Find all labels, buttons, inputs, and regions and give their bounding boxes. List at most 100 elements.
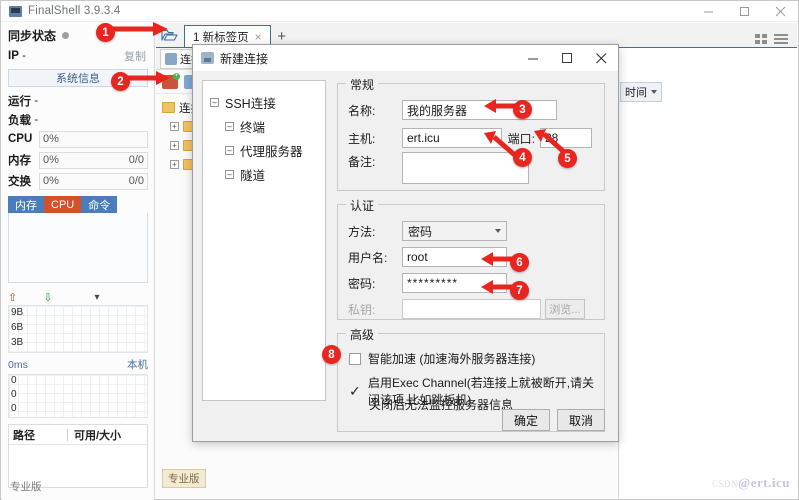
tree-node-ssh[interactable]: – SSH连接 [203, 90, 325, 114]
pro-version-badge: 专业版 [162, 469, 206, 488]
maximize-button[interactable] [726, 1, 762, 22]
name-label: 名称: [348, 102, 402, 119]
cpu-meter: 0% [39, 131, 148, 148]
close-button[interactable] [762, 1, 798, 22]
privatekey-input[interactable] [402, 299, 541, 319]
dialog-window-controls [516, 45, 618, 71]
ping-header-row: 0ms 本机 [8, 357, 148, 372]
collapse-icon-tunnel[interactable]: – [225, 170, 234, 179]
watermark-text: @ert.icu [738, 475, 790, 490]
swap-meter: 0% 0/0 [39, 173, 148, 190]
smart-accel-row[interactable]: 智能加速 (加速海外服务器连接) [349, 350, 535, 367]
ok-button[interactable]: 确定 [502, 409, 550, 431]
runtime-value: - [34, 95, 38, 107]
host-label: 主机: [348, 130, 402, 147]
sidebar-pro-label: 专业版 [10, 479, 42, 494]
copy-link[interactable]: 复制 [124, 48, 146, 64]
watermark-prefix: CSDN [712, 479, 738, 489]
expand-icon[interactable]: + [170, 122, 179, 131]
disk-table-header: 路径 可用/大小 [9, 425, 147, 445]
grid-layout-icon[interactable] [755, 34, 767, 44]
method-row: 方法: 密码 [348, 221, 507, 241]
tree-node-terminal[interactable]: – 终端 [203, 114, 325, 138]
collapse-icon-proxy[interactable]: – [225, 146, 234, 155]
memory-label: 内存 [8, 152, 39, 168]
privatekey-row: 私钥: 浏览... [348, 299, 585, 319]
net-axis-3b: 3B [11, 337, 23, 348]
dialog-maximize-button[interactable] [550, 45, 584, 71]
chevron-down-icon-method [495, 229, 501, 233]
sync-status-label: 同步状态 [8, 27, 56, 44]
dialog-button-row: 确定 取消 [502, 409, 605, 431]
left-sidebar: 同步状态 IP - 复制 系统信息 运行 - 负载 - CPU 0% 内存 [2, 23, 155, 500]
expand-icon-2[interactable]: + [170, 141, 179, 150]
status-dot-icon [62, 32, 69, 39]
method-select[interactable]: 密码 [402, 221, 507, 241]
load-label: 负载 [8, 112, 31, 128]
toolbar-right-icons [755, 34, 797, 47]
general-legend: 常规 [346, 76, 378, 93]
finalshell-logo-icon [9, 6, 22, 17]
runtime-label: 运行 [8, 93, 31, 109]
method-value: 密码 [408, 223, 432, 240]
tree-node-tunnel-label: 隧道 [240, 165, 265, 184]
tab-close-icon[interactable]: × [255, 30, 262, 44]
cpu-meter-row: CPU 0% [8, 129, 148, 149]
ping-axis-0c: 0 [11, 403, 17, 414]
app-title: FinalShell 3.9.3.4 [28, 5, 120, 17]
swap-right: 0/0 [129, 175, 144, 187]
chevron-down-icon-time [651, 90, 657, 94]
collapse-icon-ssh[interactable]: – [210, 98, 219, 107]
network-arrows-row: ⇧ ⇩ ▾ [8, 289, 148, 305]
ip-label-value: IP - [8, 50, 26, 62]
disk-col-size: 可用/大小 [74, 427, 121, 443]
window-controls [690, 1, 798, 22]
auth-group: 认证 方法: 密码 用户名: root 密码: ********* [337, 204, 605, 320]
minimize-button[interactable] [690, 1, 726, 22]
download-arrow-icon: ⇩ [43, 291, 52, 304]
dialog-settings-tree: – SSH连接 – 终端 – 代理服务器 – 隧道 [202, 80, 326, 401]
auth-legend: 认证 [346, 197, 378, 214]
tree-node-tunnel[interactable]: – 隧道 [203, 162, 325, 186]
exec-channel-note: 关闭后无法监控服务器信息 [369, 396, 513, 413]
folder-icon [162, 102, 175, 113]
browse-button[interactable]: 浏览... [545, 299, 585, 319]
menu-icon[interactable] [774, 34, 788, 44]
tree-node-ssh-label: SSH连接 [225, 93, 276, 112]
connection-icon [165, 53, 177, 65]
dialog-title: 新建连接 [220, 50, 268, 67]
runtime-row: 运行 - [8, 91, 148, 110]
tab-memory[interactable]: 内存 [8, 196, 44, 213]
dialog-icon [201, 52, 214, 64]
time-combo[interactable]: 时间 [620, 82, 662, 102]
title-bar: FinalShell 3.9.3.4 [1, 1, 798, 22]
tree-node-proxy[interactable]: – 代理服务器 [203, 138, 325, 162]
process-list-panel [8, 213, 148, 283]
note-label: 备注: [348, 152, 402, 172]
tab-command[interactable]: 命令 [81, 196, 117, 213]
swap-meter-row: 交换 0% 0/0 [8, 171, 148, 191]
load-row: 负载 - [8, 110, 148, 129]
tab-cpu[interactable]: CPU [44, 196, 81, 213]
cpu-value: 0% [43, 133, 59, 145]
annotation-badge-2: 2 [111, 72, 130, 91]
expand-icon-3[interactable]: + [170, 160, 179, 169]
plus-badge-icon: + [173, 73, 180, 80]
cancel-button[interactable]: 取消 [557, 409, 605, 431]
smart-accel-checkbox[interactable] [349, 353, 361, 365]
application-window: FinalShell 3.9.3.4 同步状态 IP - 复制 系统信息 [0, 0, 799, 500]
chevron-down-icon[interactable]: ▾ [94, 292, 99, 303]
dialog-close-button[interactable] [584, 45, 618, 71]
dialog-minimize-button[interactable] [516, 45, 550, 71]
time-filter-row: 时间 [620, 82, 662, 102]
annotation-badge-8: 8 [322, 345, 341, 364]
net-axis-6b: 6B [11, 322, 23, 333]
exec-channel-checkbox-checked[interactable]: ✓ [349, 385, 362, 397]
collapse-icon-terminal[interactable]: – [225, 122, 234, 131]
memory-meter-row: 内存 0% 0/0 [8, 150, 148, 170]
upload-arrow-icon: ⇧ [8, 291, 17, 304]
process-tabs: 内存 CPU 命令 [8, 196, 148, 213]
name-input[interactable]: 我的服务器 [402, 100, 557, 120]
annotation-badge-4: 4 [513, 148, 532, 167]
ip-label: IP [8, 50, 19, 62]
